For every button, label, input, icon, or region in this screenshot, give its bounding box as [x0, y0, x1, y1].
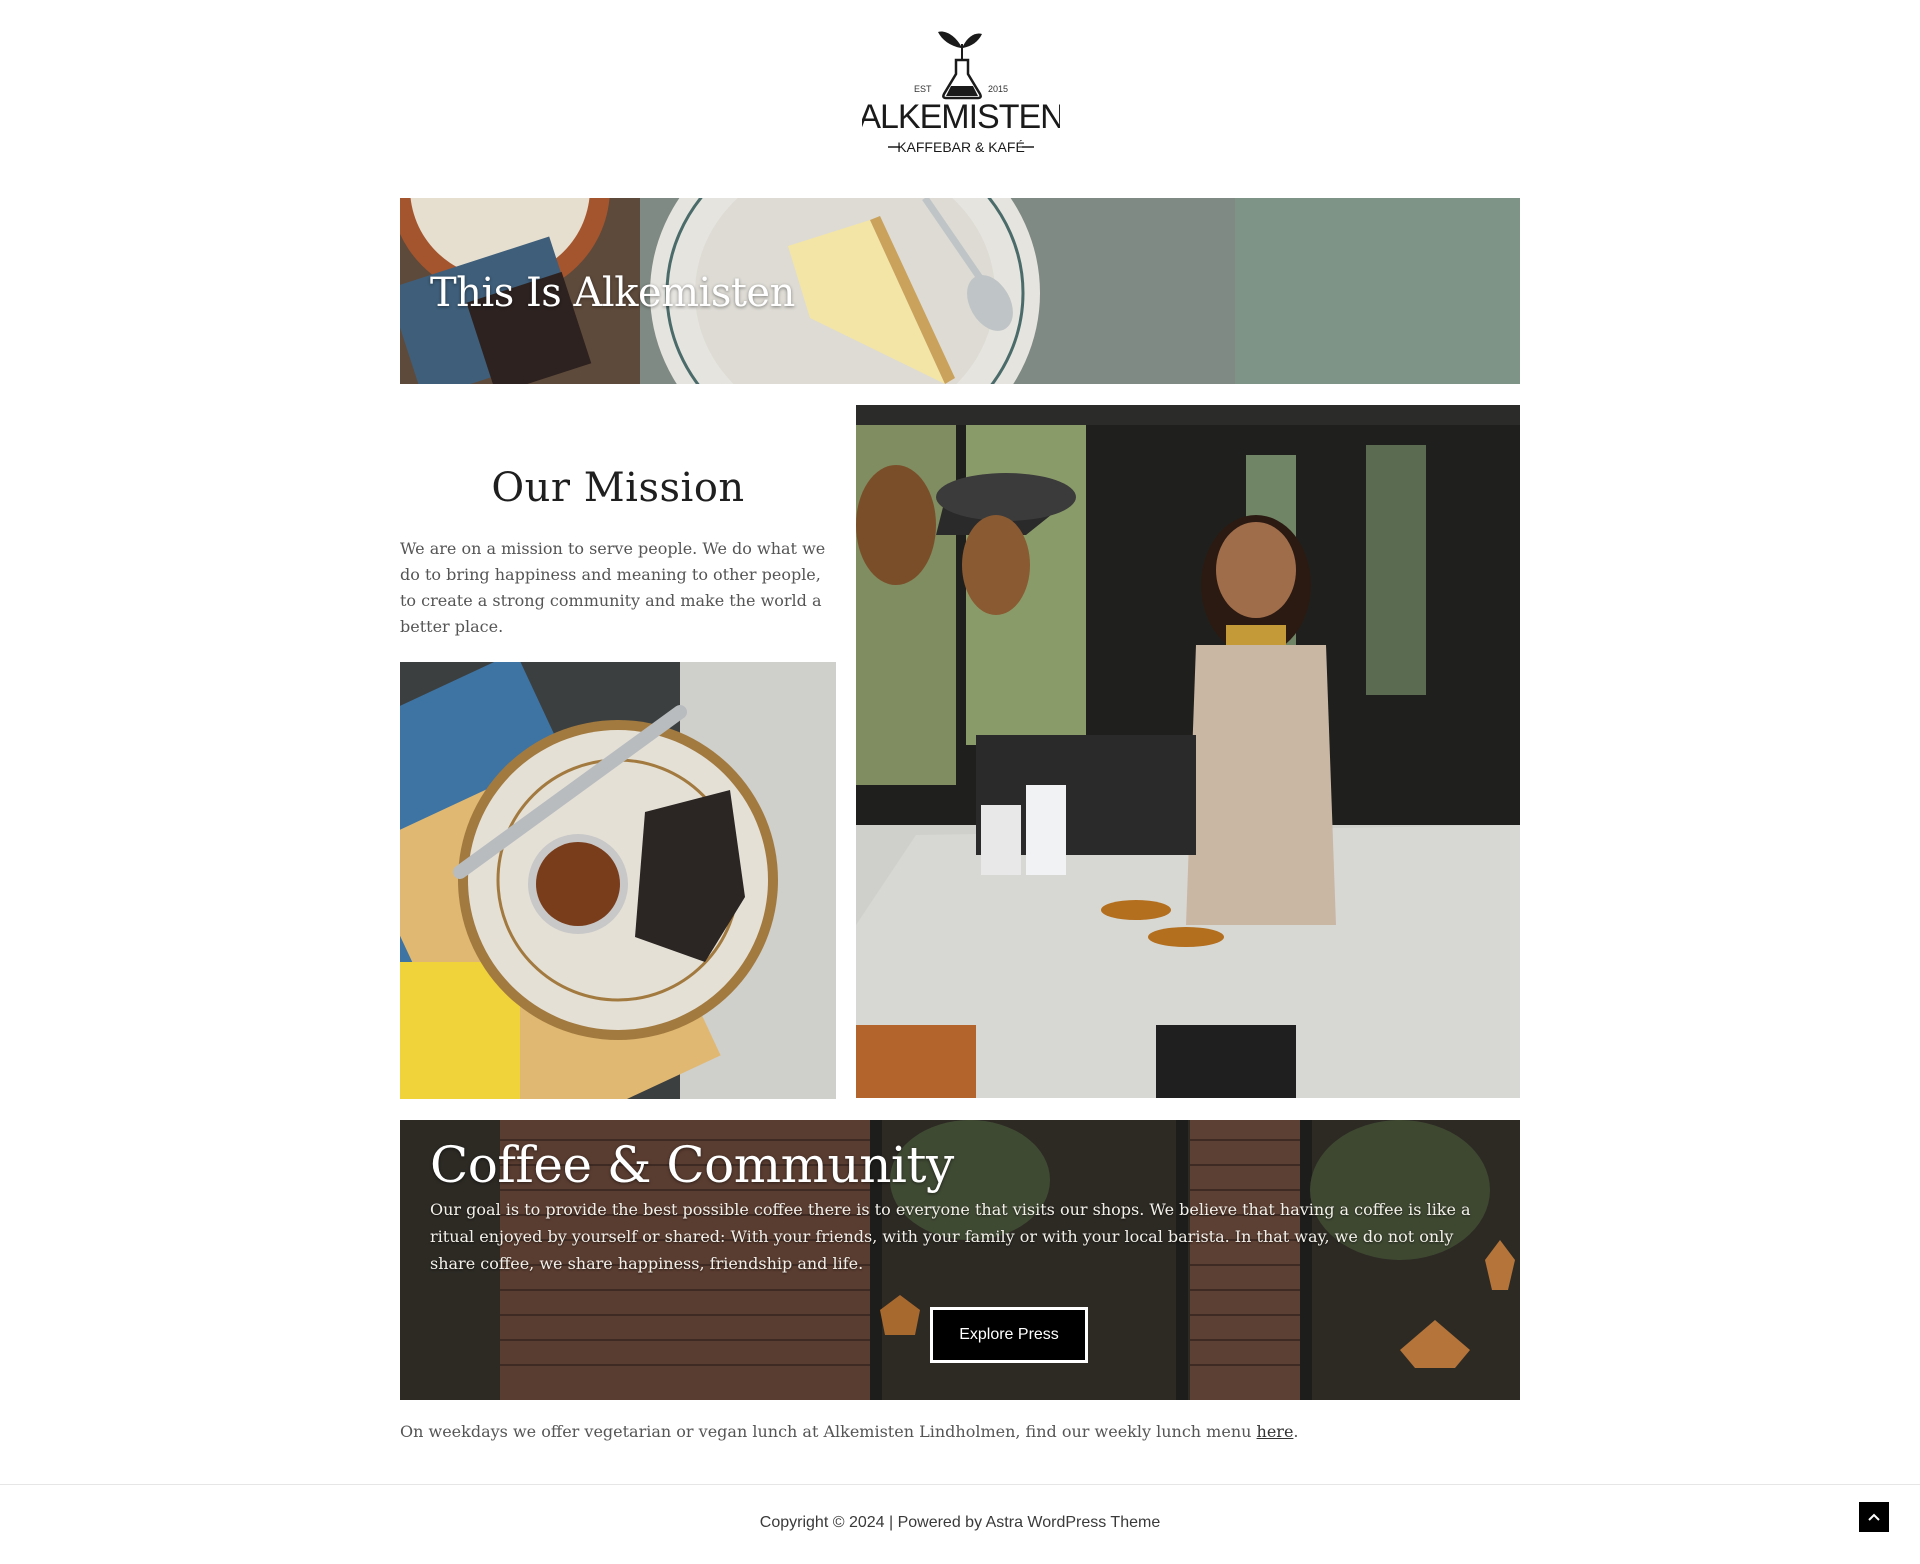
- hero-banner: This Is Alkemisten: [400, 198, 1520, 384]
- lunch-text: On weekdays we offer vegetarian or vegan…: [400, 1422, 1257, 1441]
- coffee-community-section: Coffee & Community Our goal is to provid…: [400, 1120, 1520, 1400]
- cake-photo: [400, 662, 836, 1099]
- flask-sprout-icon: EST 2015 ALKEMISTEN KAFFEBAR & KAFÉ: [858, 31, 1065, 155]
- explore-press-button[interactable]: Explore Press: [930, 1307, 1088, 1363]
- lunch-menu-link[interactable]: here: [1257, 1422, 1294, 1441]
- logo-est-left: EST: [914, 84, 932, 94]
- lunch-suffix: .: [1293, 1422, 1299, 1441]
- hero-title: This Is Alkemisten: [430, 270, 795, 316]
- footer-copyright: Copyright © 2024 | Powered by Astra Word…: [759, 1514, 1161, 1531]
- logo-est-right: 2015: [988, 84, 1008, 94]
- logo-tagline: KAFFEBAR & KAFÉ: [897, 139, 1025, 155]
- footer-divider: [0, 1484, 1920, 1485]
- mission-text: We are on a mission to serve people. We …: [400, 539, 826, 636]
- lunch-note: On weekdays we offer vegetarian or vegan…: [400, 1422, 1520, 1441]
- logo-name: ALKEMISTEN: [862, 98, 1060, 136]
- site-logo[interactable]: EST 2015 ALKEMISTEN KAFFEBAR & KAFÉ: [858, 26, 1065, 158]
- barista-photo: [856, 405, 1520, 1098]
- community-text: Our goal is to provide the best possible…: [430, 1200, 1471, 1273]
- community-title: Coffee & Community: [430, 1136, 954, 1194]
- chevron-up-icon: [1868, 1513, 1880, 1521]
- mission-title: Our Mission: [491, 465, 745, 511]
- scroll-to-top-button[interactable]: [1859, 1502, 1889, 1532]
